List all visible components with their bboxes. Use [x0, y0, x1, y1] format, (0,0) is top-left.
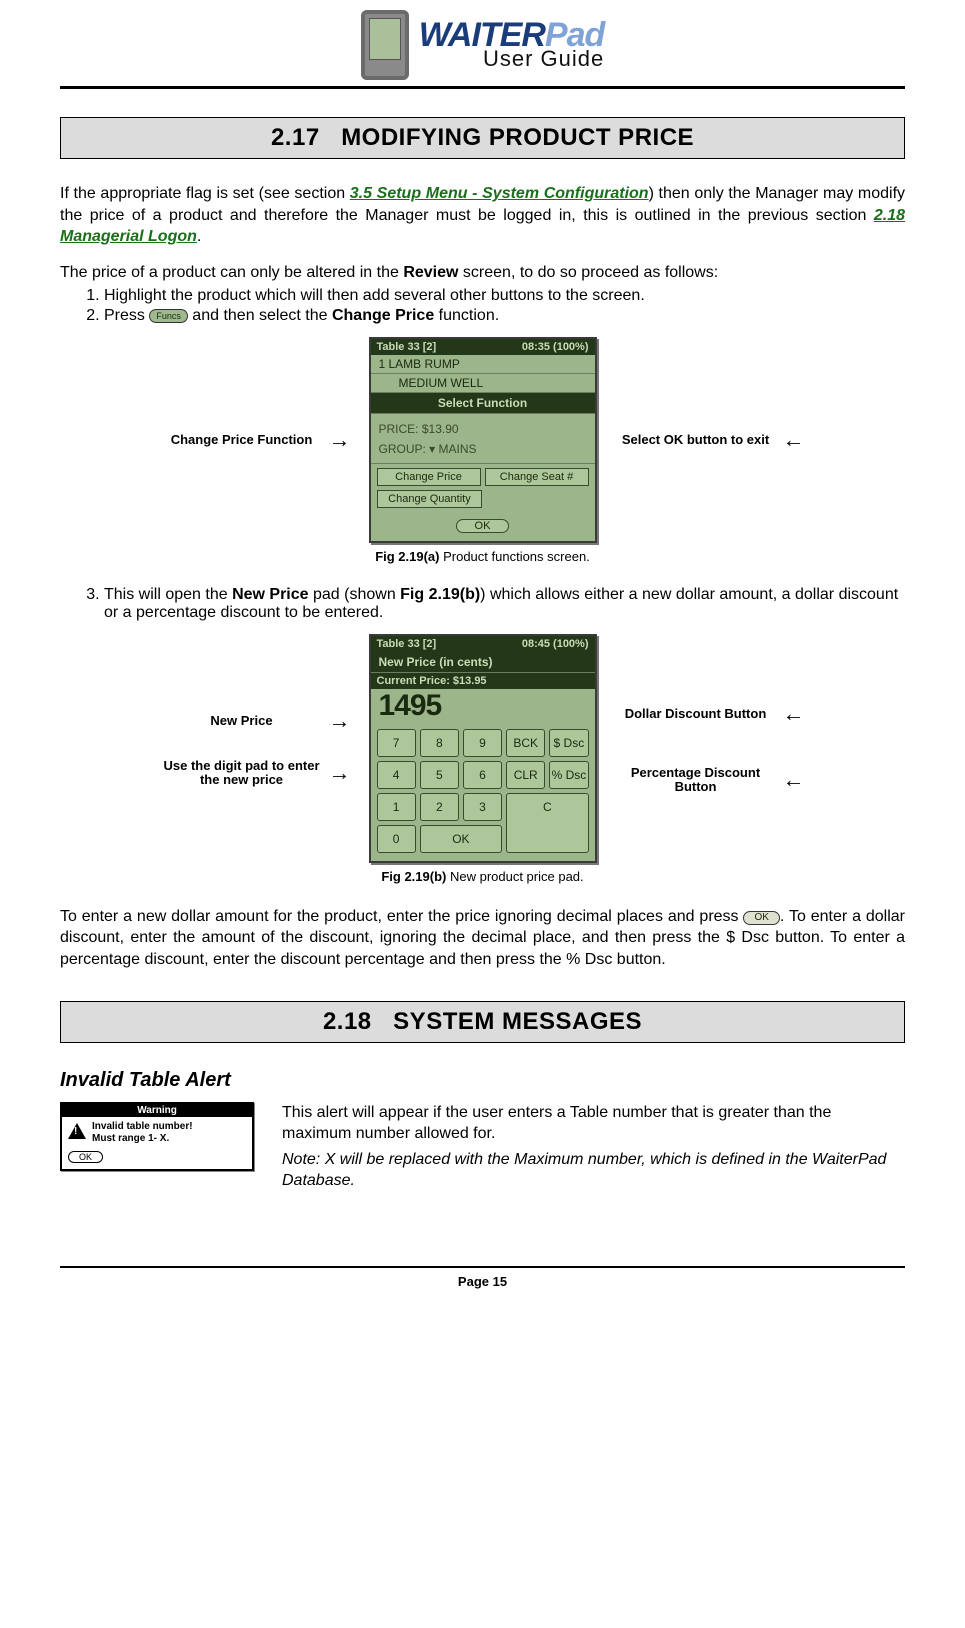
key-9: 9 — [463, 729, 502, 757]
warning-line1: Invalid table number! — [92, 1121, 193, 1133]
ok-chip-graphic: OK — [743, 911, 779, 925]
screen-b-current-price: Current Price: $13.95 — [371, 673, 595, 689]
warning-title: Warning — [62, 1104, 252, 1117]
key-8: 8 — [420, 729, 459, 757]
btn-change-seat: Change Seat # — [485, 468, 589, 486]
screen-a-clock: 08:35 (100%) — [522, 341, 589, 353]
screen-a-item-line1: 1 LAMB RUMP — [371, 355, 595, 374]
screen-b-title: New Price (in cents) — [371, 652, 595, 673]
header-logo: WAITERPad User Guide — [60, 10, 905, 80]
warning-ok-button: OK — [68, 1151, 103, 1163]
key-3: 3 — [463, 793, 502, 821]
callout-change-price-function: Change Price Function — [161, 428, 351, 452]
step-3: This will open the New Price pad (shown … — [104, 586, 905, 622]
key-6: 6 — [463, 761, 502, 789]
step-2: Press Funcs and then select the Change P… — [104, 307, 905, 325]
section-217-heading: 2.17 MODIFYING PRODUCT PRICE — [60, 117, 905, 159]
btn-change-quantity: Change Quantity — [377, 490, 483, 508]
screen-a-group: GROUP: ▾ MAINS — [379, 440, 587, 459]
funcs-button-graphic: Funcs — [149, 309, 188, 323]
fig-219b-caption: Fig 2.19(b) New product price pad. — [60, 869, 905, 884]
footer-rule — [60, 1266, 905, 1268]
header-rule — [60, 86, 905, 89]
pda-icon — [361, 10, 409, 80]
invalid-table-text: This alert will appear if the user enter… — [282, 1102, 905, 1145]
screen-b: Table 33 [2] 08:45 (100%) New Price (in … — [369, 634, 597, 863]
callout-dollar-discount: Dollar Discount Button — [615, 702, 805, 726]
key-5: 5 — [420, 761, 459, 789]
keypad: 7 8 9 BCK $ Dsc 4 5 6 CLR % Dsc 1 2 3 C … — [371, 725, 595, 861]
key-c: C — [506, 793, 588, 853]
step-1: Highlight the product which will then ad… — [104, 287, 905, 305]
screen-a-table: Table 33 [2] — [377, 341, 437, 353]
key-1: 1 — [377, 793, 416, 821]
screen-a-price: PRICE: $13.90 — [379, 420, 587, 439]
warning-line2: Must range 1- X. — [92, 1133, 193, 1145]
screen-a-select-function: Select Function — [371, 393, 595, 414]
key-percent-dsc: % Dsc — [549, 761, 588, 789]
para-price-entry: To enter a new dollar amount for the pro… — [60, 906, 905, 971]
steps-list-cont: This will open the New Price pad (shown … — [60, 586, 905, 622]
key-bck: BCK — [506, 729, 545, 757]
warning-dialog: Warning Invalid table number! Must range… — [60, 1102, 254, 1171]
key-dollar-dsc: $ Dsc — [549, 729, 588, 757]
key-4: 4 — [377, 761, 416, 789]
figure-219b: New Price Use the digit pad to enter the… — [60, 634, 905, 863]
invalid-table-note: Note: X will be replaced with the Maximu… — [282, 1149, 905, 1192]
steps-list: Highlight the product which will then ad… — [60, 287, 905, 325]
callout-select-ok: Select OK button to exit — [615, 428, 805, 452]
btn-change-price: Change Price — [377, 468, 481, 486]
screen-a: Table 33 [2] 08:35 (100%) 1 LAMB RUMP ME… — [369, 337, 597, 542]
invalid-table-alert-heading: Invalid Table Alert — [60, 1069, 905, 1092]
para-intro-1: If the appropriate flag is set (see sect… — [60, 183, 905, 248]
section-218-heading: 2.18 SYSTEM MESSAGES — [60, 1001, 905, 1043]
key-ok: OK — [420, 825, 502, 853]
callout-percent-discount: Percentage Discount Button — [615, 766, 805, 795]
screen-a-item-line2: MEDIUM WELL — [371, 374, 595, 393]
screen-b-entered-value: 1495 — [371, 689, 595, 725]
callout-new-price: New Price — [161, 709, 351, 733]
key-2: 2 — [420, 793, 459, 821]
key-clr: CLR — [506, 761, 545, 789]
screen-b-clock: 08:45 (100%) — [522, 638, 589, 650]
screen-b-table: Table 33 [2] — [377, 638, 437, 650]
callout-digit-pad: Use the digit pad to enter the new price — [161, 759, 351, 788]
page-number: Page 15 — [60, 1274, 905, 1289]
logo-subtitle: User Guide — [419, 50, 605, 69]
warning-icon — [68, 1123, 86, 1139]
btn-ok-a: OK — [456, 519, 510, 533]
key-0: 0 — [377, 825, 416, 853]
figure-219a: Change Price Function Table 33 [2] 08:35… — [60, 337, 905, 542]
xref-setup-menu[interactable]: 3.5 Setup Menu - System Configuration — [350, 185, 649, 202]
para-intro-2: The price of a product can only be alter… — [60, 262, 905, 284]
fig-219a-caption: Fig 2.19(a) Product functions screen. — [60, 549, 905, 564]
key-7: 7 — [377, 729, 416, 757]
